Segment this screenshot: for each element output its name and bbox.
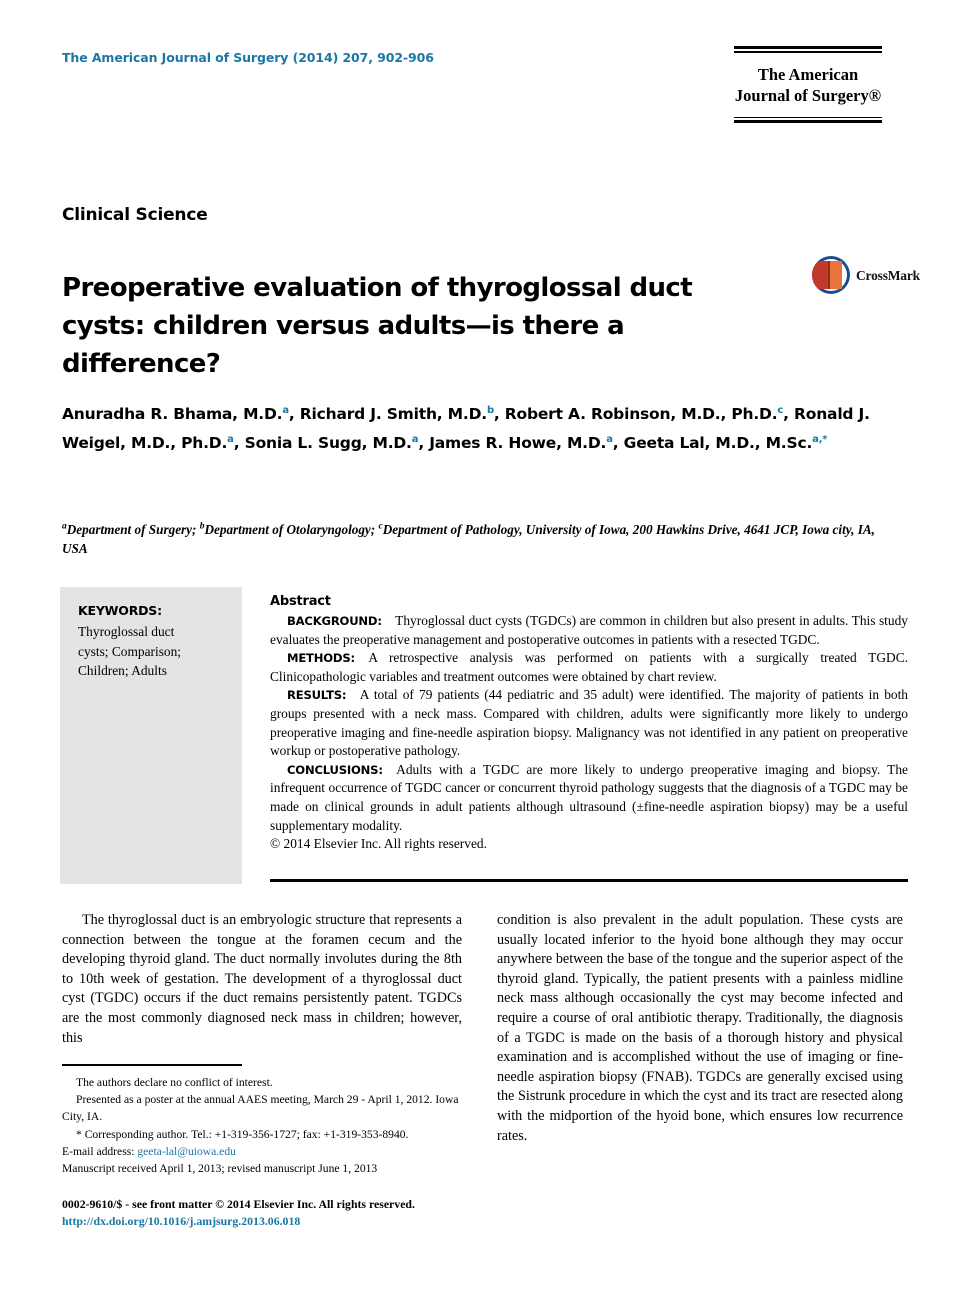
bottom-copyright-block: 0002-9610/$ - see front matter © 2014 El… xyxy=(62,1196,522,1229)
crossmark-icon xyxy=(812,256,850,294)
abstract-section-label: CONCLUSIONS: xyxy=(287,762,383,777)
issn-line: 0002-9610/$ - see front matter © 2014 El… xyxy=(62,1197,415,1211)
abstract-sections: BACKGROUND: Thyroglossal duct cysts (TGD… xyxy=(270,612,908,835)
abstract-section: METHODS: A retrospective analysis was pe… xyxy=(270,649,908,686)
journal-reference: The American Journal of Surgery (2014) 2… xyxy=(62,50,434,65)
footnote-manuscript-dates: Manuscript received April 1, 2013; revis… xyxy=(62,1162,378,1176)
masthead: The American Journal of Surgery (2014) 2… xyxy=(62,46,882,166)
abstract-section-label: BACKGROUND: xyxy=(287,614,382,628)
journal-logo-line1: The American xyxy=(757,64,859,84)
abstract-copyright: © 2014 Elsevier Inc. All rights reserved… xyxy=(270,836,487,852)
body-paragraph: The thyroglossal duct is an embryologic … xyxy=(62,912,462,1046)
abstract-section-text: A retrospective analysis was performed o… xyxy=(270,650,908,684)
crossmark-badge[interactable]: CrossMark xyxy=(812,256,920,296)
abstract-section-label: METHODS: xyxy=(287,651,355,666)
footnotes: The authors declare no conflict of inter… xyxy=(62,1074,462,1177)
doi-link[interactable]: http://dx.doi.org/10.1016/j.amjsurg.2013… xyxy=(62,1213,522,1230)
page-title: Preoperative evaluation of thyroglossal … xyxy=(62,273,693,380)
keywords-list: Thyroglossal duct cysts; Comparison; Chi… xyxy=(78,624,182,678)
logo-rule-bottom xyxy=(734,116,882,123)
footnote-presented: Presented as a poster at the annual AAES… xyxy=(62,1093,459,1124)
footnote-email-line: E-mail address: geeta-lal@uiowa.edu xyxy=(62,1143,462,1160)
journal-logo: The American Journal of Surgery® xyxy=(734,46,882,123)
abstract-divider xyxy=(270,879,908,882)
abstract-section: RESULTS: A total of 79 patients (44 pedi… xyxy=(270,686,908,760)
footnote-divider xyxy=(62,1064,242,1066)
footnote-corresponding-author: * Corresponding author. Tel.: +1-319-356… xyxy=(76,1127,409,1141)
email-label: E-mail address: xyxy=(62,1144,135,1158)
paper-page: The American Journal of Surgery (2014) 2… xyxy=(0,0,960,1290)
author-list: Anuradha R. Bhama, M.D.a, Richard J. Smi… xyxy=(62,404,870,452)
abstract-section: BACKGROUND: Thyroglossal duct cysts (TGD… xyxy=(270,612,908,649)
crossmark-label: CrossMark xyxy=(856,268,920,283)
body-column-right: condition is also prevalent in the adult… xyxy=(497,911,903,1146)
abstract-section-text: A total of 79 patients (44 pediatric and… xyxy=(270,687,908,759)
email-link[interactable]: geeta-lal@uiowa.edu xyxy=(137,1145,236,1158)
abstract-heading: Abstract xyxy=(270,594,331,609)
affiliations: aDepartment of Surgery; bDepartment of O… xyxy=(62,521,875,556)
abstract: Abstract BACKGROUND: Thyroglossal duct c… xyxy=(270,594,908,854)
abstract-section: CONCLUSIONS: Adults with a TGDC are more… xyxy=(270,761,908,835)
body-paragraph: condition is also prevalent in the adult… xyxy=(497,912,903,1144)
abstract-section-label: RESULTS: xyxy=(287,688,347,703)
footnote-conflict: The authors declare no conflict of inter… xyxy=(76,1076,273,1089)
journal-logo-text: The American Journal of Surgery® xyxy=(734,53,882,117)
keywords-box: KEYWORDS: Thyroglossal duct cysts; Compa… xyxy=(60,587,242,884)
body-column-left: The thyroglossal duct is an embryologic … xyxy=(62,911,462,1048)
keywords-heading: KEYWORDS: xyxy=(78,603,162,618)
journal-logo-line2: Journal of Surgery® xyxy=(734,85,882,105)
section-label: Clinical Science xyxy=(62,205,208,225)
